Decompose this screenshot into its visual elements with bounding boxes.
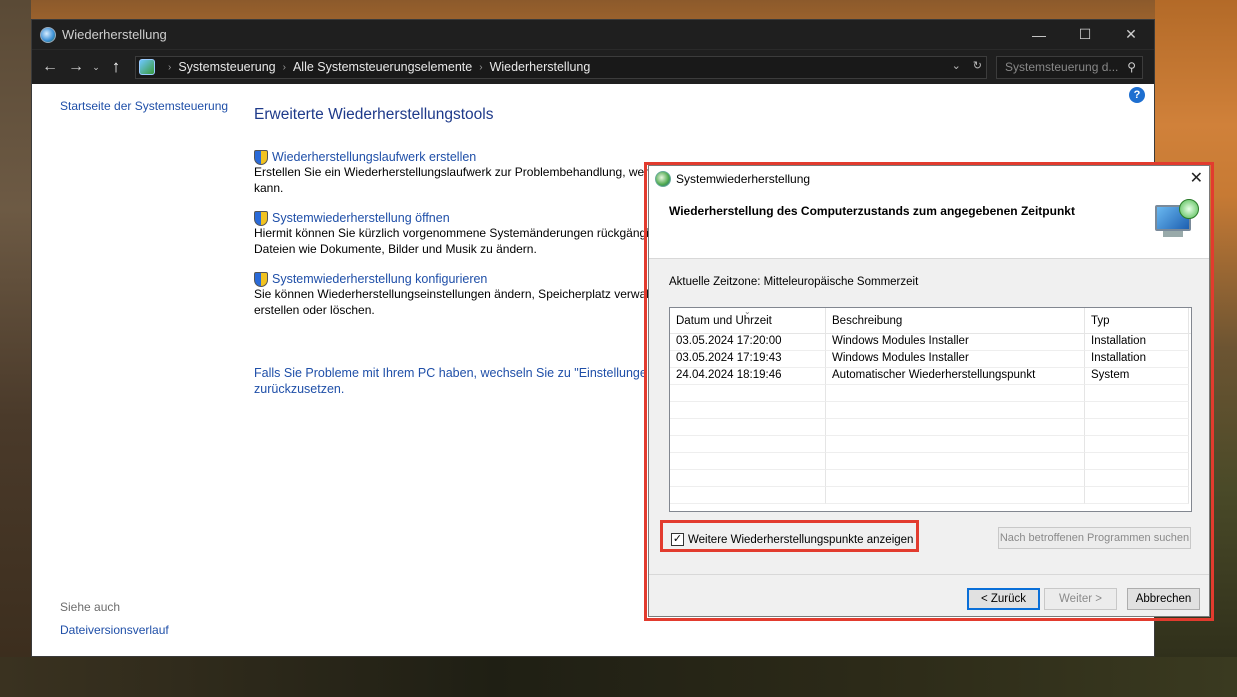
- minimize-button[interactable]: —: [1016, 20, 1062, 49]
- cell-description: Automatischer Wiederherstellungspunkt: [826, 368, 1085, 385]
- breadcrumb-separator-icon: ›: [168, 61, 172, 73]
- window-title: Wiederherstellung: [62, 27, 167, 42]
- dialog-close-icon[interactable]: ✕: [1190, 168, 1203, 188]
- title-bar: Wiederherstellung — ☐ ✕: [32, 20, 1154, 49]
- cell-description: Windows Modules Installer: [826, 351, 1085, 368]
- monitor-restore-icon: [1155, 199, 1199, 239]
- task-description: Erstellen Sie ein Wiederherstellungslauf…: [254, 165, 654, 179]
- create-recovery-drive-link[interactable]: Wiederherstellungslaufwerk erstellen: [254, 149, 654, 165]
- breadcrumb-separator-icon[interactable]: ›: [283, 62, 286, 73]
- dialog-heading: Wiederherstellung des Computerzustands z…: [669, 204, 1075, 218]
- breadcrumb-separator-icon[interactable]: ›: [479, 62, 482, 73]
- task-open-system-restore: Systemwiederherstellung öffnen Hiermit k…: [254, 210, 654, 257]
- show-more-restore-points-option[interactable]: ✓ Weitere Wiederherstellungspunkte anzei…: [665, 525, 919, 554]
- cell-date: 03.05.2024 17:20:00: [670, 334, 826, 351]
- back-arrow-icon[interactable]: ←: [37, 54, 63, 80]
- cell-description: Windows Modules Installer: [826, 334, 1085, 351]
- reset-pc-link-line2[interactable]: zurückzusetzen.: [254, 382, 644, 398]
- empty-row: [670, 487, 1191, 504]
- desktop-background-left: [0, 0, 31, 697]
- cell-type: System: [1085, 368, 1189, 385]
- show-more-checkbox[interactable]: ✓: [671, 533, 684, 546]
- recent-locations-chevron-icon[interactable]: ⌄: [89, 54, 103, 80]
- forward-arrow-icon[interactable]: →: [63, 54, 89, 80]
- search-placeholder: Systemsteuerung d...: [1005, 60, 1119, 74]
- search-icon[interactable]: ⚲: [1127, 60, 1136, 74]
- dialog-header: Wiederherstellung des Computerzustands z…: [649, 191, 1209, 259]
- column-header-description[interactable]: Beschreibung: [826, 308, 1085, 333]
- dialog-title-bar: Systemwiederherstellung ✕: [649, 166, 1209, 191]
- close-button[interactable]: ✕: [1108, 20, 1154, 49]
- reset-pc-link-line1[interactable]: Falls Sie Probleme mit Ihrem PC haben, w…: [254, 366, 644, 382]
- empty-row: [670, 436, 1191, 453]
- control-panel-icon: [139, 59, 155, 75]
- dialog-title: Systemwiederherstellung: [676, 171, 811, 186]
- task-description: kann.: [254, 180, 284, 195]
- page-title: Erweiterte Wiederherstellungstools: [254, 106, 494, 123]
- help-icon[interactable]: ?: [1129, 87, 1145, 103]
- refresh-icon[interactable]: ↻: [973, 59, 982, 72]
- uac-shield-icon: [254, 271, 268, 287]
- cell-date: 24.04.2024 18:19:46: [670, 368, 826, 385]
- cell-date: 03.05.2024 17:19:43: [670, 351, 826, 368]
- cancel-button[interactable]: Abbrechen: [1127, 588, 1200, 610]
- empty-row: [670, 453, 1191, 470]
- table-row[interactable]: 24.04.2024 18:19:46 Automatischer Wieder…: [670, 368, 1191, 385]
- uac-shield-icon: [254, 210, 268, 226]
- up-arrow-icon[interactable]: ↑: [103, 54, 129, 80]
- address-dropdown-chevron-icon[interactable]: ⌄: [952, 59, 961, 72]
- empty-row: [670, 419, 1191, 436]
- uac-shield-icon: [254, 149, 268, 165]
- task-configure-system-restore: Systemwiederherstellung konfigurieren Si…: [254, 271, 654, 318]
- timezone-label: Aktuelle Zeitzone: Mitteleuropäische Som…: [669, 276, 919, 288]
- desktop-background-bottom: [0, 657, 1237, 697]
- see-also-label: Siehe auch: [60, 600, 121, 614]
- sidebar-home-link[interactable]: Startseite der Systemsteuerung: [60, 99, 228, 113]
- show-more-label[interactable]: Weitere Wiederherstellungspunkte anzeige…: [688, 534, 913, 546]
- file-history-link[interactable]: Dateiversionsverlauf: [60, 623, 169, 637]
- system-restore-icon: [655, 170, 671, 187]
- task-description: Hiermit können Sie kürzlich vorgenommene…: [254, 226, 654, 240]
- address-bar[interactable]: › Systemsteuerung › Alle Systemsteuerung…: [135, 55, 987, 79]
- table-row[interactable]: 03.05.2024 17:19:43 Windows Modules Inst…: [670, 351, 1191, 368]
- task-recovery-drive: Wiederherstellungslaufwerk erstellen Ers…: [254, 149, 654, 196]
- empty-row: [670, 402, 1191, 419]
- search-input[interactable]: Systemsteuerung d... ⚲: [996, 55, 1143, 79]
- recovery-app-icon: [40, 26, 56, 43]
- cell-type: Installation: [1085, 351, 1189, 368]
- breadcrumb-wiederherstellung[interactable]: Wiederherstellung: [490, 60, 591, 74]
- navigation-bar: ← → ⌄ ↑ › Systemsteuerung › Alle Systems…: [32, 49, 1154, 84]
- restore-points-table: ⌄ Datum und Uhrzeit Beschreibung Typ 03.…: [669, 307, 1192, 512]
- reset-pc-link[interactable]: Falls Sie Probleme mit Ihrem PC haben, w…: [254, 366, 644, 397]
- system-restore-dialog: Systemwiederherstellung ✕ Wiederherstell…: [648, 165, 1210, 617]
- cell-type: Installation: [1085, 334, 1189, 351]
- configure-system-restore-link[interactable]: Systemwiederherstellung konfigurieren: [254, 271, 654, 287]
- task-description: Sie können Wiederherstellungseinstellung…: [254, 287, 654, 301]
- table-header: ⌄ Datum und Uhrzeit Beschreibung Typ: [670, 307, 1191, 334]
- task-description: Dateien wie Dokumente, Bilder und Musik …: [254, 241, 537, 256]
- task-description: erstellen oder löschen.: [254, 302, 375, 317]
- breadcrumb-systemsteuerung[interactable]: Systemsteuerung: [178, 60, 275, 74]
- dialog-divider: [649, 574, 1209, 575]
- back-button[interactable]: < Zurück: [967, 588, 1040, 610]
- column-header-type[interactable]: Typ: [1085, 308, 1189, 333]
- table-row[interactable]: 03.05.2024 17:20:00 Windows Modules Inst…: [670, 334, 1191, 351]
- empty-row: [670, 470, 1191, 487]
- empty-row: [670, 385, 1191, 402]
- next-button[interactable]: Weiter >: [1044, 588, 1117, 610]
- open-system-restore-link[interactable]: Systemwiederherstellung öffnen: [254, 210, 654, 226]
- sort-indicator-icon: ⌄: [744, 307, 751, 316]
- breadcrumb-alle-elemente[interactable]: Alle Systemsteuerungselemente: [293, 60, 472, 74]
- scan-affected-programs-button[interactable]: Nach betroffenen Programmen suchen: [998, 527, 1191, 549]
- maximize-button[interactable]: ☐: [1062, 20, 1108, 49]
